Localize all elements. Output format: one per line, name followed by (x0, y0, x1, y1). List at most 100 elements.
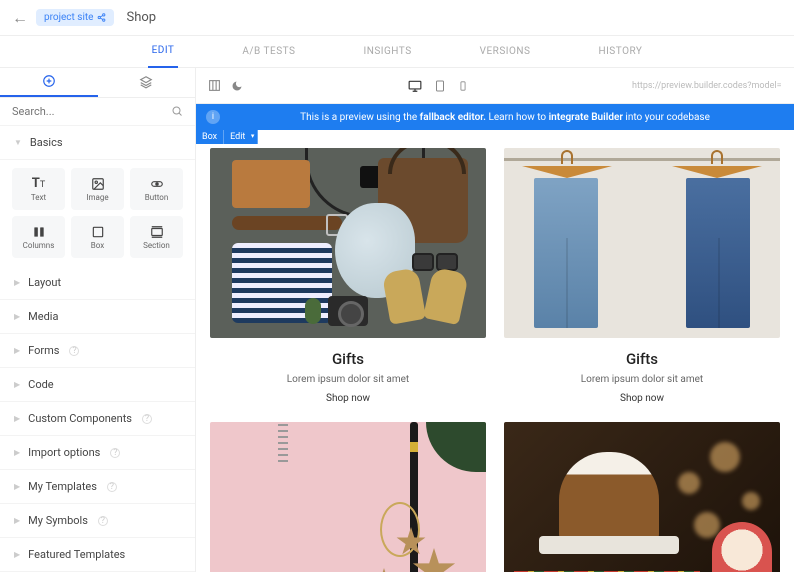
block-image[interactable]: Image (71, 168, 124, 210)
panel-media[interactable]: ▶Media (0, 300, 195, 334)
topbar: ← project site Shop (0, 0, 794, 36)
info-icon: ? (107, 482, 117, 492)
product-image-flatlay[interactable] (210, 148, 486, 338)
chevron-right-icon: ▶ (14, 482, 20, 491)
tab-insights[interactable]: INSIGHTS (359, 36, 415, 68)
side-tab-layers[interactable] (98, 68, 196, 97)
product-cta[interactable]: Shop now (326, 393, 370, 404)
chevron-right-icon: ▶ (14, 516, 20, 525)
product-card: Gifts Lorem ipsum dolor sit amet Shop no… (504, 148, 780, 404)
panel-featured-templates[interactable]: ▶ Featured Templates (0, 538, 195, 572)
block-image-label: Image (86, 193, 108, 202)
back-button[interactable]: ← (12, 8, 28, 28)
panel-custom-components[interactable]: ▶ Custom Components? (0, 402, 195, 436)
panel-my-templates[interactable]: ▶ My Templates? (0, 470, 195, 504)
panel-templates-label: My Templates (28, 480, 97, 493)
box-icon (91, 225, 105, 239)
info-icon: i (206, 110, 220, 124)
button-icon (150, 177, 164, 191)
dark-mode-icon[interactable] (231, 80, 243, 92)
tab-ab-tests[interactable]: A/B TESTS (238, 36, 299, 68)
info-icon: ? (98, 516, 108, 526)
info-icon: ? (69, 346, 79, 356)
banner-text: This is a preview using the (300, 112, 420, 123)
chevron-right-icon: ▶ (14, 278, 20, 287)
side-tab-add[interactable] (0, 68, 98, 97)
image-icon (91, 177, 105, 191)
sel-tag-edit[interactable]: Edit (224, 130, 258, 144)
panel-import-label: Import options (28, 446, 100, 459)
product-cta[interactable]: Shop now (620, 393, 664, 404)
banner-text3: into your codebase (623, 112, 710, 123)
tab-history[interactable]: HISTORY (594, 36, 646, 68)
block-text-label: Text (31, 193, 46, 202)
banner-bold2: integrate Builder (549, 112, 623, 123)
sel-tag-box[interactable]: Box (196, 130, 224, 144)
main-tabs: EDIT A/B TESTS INSIGHTS VERSIONS HISTORY (0, 36, 794, 68)
chevron-right-icon: ▶ (14, 550, 20, 559)
panel-custom-label: Custom Components (28, 412, 132, 425)
panel-code-label: Code (28, 378, 53, 391)
panel-featured-label: Featured Templates (28, 548, 125, 561)
text-icon: TT (32, 176, 45, 191)
panel-media-label: Media (28, 310, 58, 323)
chevron-right-icon: ▶ (14, 380, 20, 389)
image-tile-holiday[interactable] (504, 422, 780, 572)
search-icon (171, 105, 183, 117)
preview-url: https://preview.builder.codes?model=page… (632, 81, 782, 91)
product-desc: Lorem ipsum dolor sit amet (581, 374, 703, 385)
info-icon: ? (142, 414, 152, 424)
product-title: Gifts (626, 350, 658, 368)
panel-import-options[interactable]: ▶ Import options? (0, 436, 195, 470)
device-desktop-icon[interactable] (408, 79, 422, 93)
block-columns[interactable]: Columns (12, 216, 65, 258)
panel-layout-label: Layout (28, 276, 61, 289)
block-box-label: Box (91, 241, 104, 250)
search-row (0, 98, 195, 126)
product-desc: Lorem ipsum dolor sit amet (287, 374, 409, 385)
panel-code[interactable]: ▶ Code (0, 368, 195, 402)
search-input[interactable] (12, 105, 171, 118)
tab-edit[interactable]: EDIT (148, 36, 179, 68)
canvas-toolbar: https://preview.builder.codes?model=page… (196, 68, 794, 104)
chevron-right-icon: ▶ (14, 448, 20, 457)
image-tile-notebook[interactable] (210, 422, 486, 572)
banner-text2: Learn how to (486, 112, 549, 123)
product-image-jeans[interactable] (504, 148, 780, 338)
share-icon (97, 13, 106, 22)
banner-bold1: fallback editor. (420, 112, 486, 123)
panel-basics[interactable]: ▼Basics (0, 126, 195, 160)
project-tag[interactable]: project site (36, 9, 114, 26)
page-content: Gifts Lorem ipsum dolor sit amet Shop no… (196, 130, 794, 572)
block-section-label: Section (143, 241, 170, 250)
sidebar: ▼Basics TT Text Image Button Columns Box … (0, 68, 196, 572)
product-title: Gifts (332, 350, 364, 368)
panel-basics-label: Basics (30, 136, 63, 149)
page-title: Shop (126, 10, 156, 25)
panel-layout[interactable]: ▶ Layout (0, 266, 195, 300)
tab-versions[interactable]: VERSIONS (476, 36, 535, 68)
block-button-label: Button (145, 193, 169, 202)
block-text[interactable]: TT Text (12, 168, 65, 210)
info-icon: ? (110, 448, 120, 458)
chevron-right-icon: ▶ (14, 414, 20, 423)
preview-banner: i This is a preview using the fallback e… (196, 104, 794, 130)
chevron-right-icon: ▶ (14, 346, 20, 355)
block-box[interactable]: Box (71, 216, 124, 258)
device-mobile-icon[interactable] (458, 79, 468, 93)
product-card: Gifts Lorem ipsum dolor sit amet Shop no… (210, 148, 486, 404)
project-tag-label: project site (44, 12, 93, 23)
panel-forms[interactable]: ▶ Forms? (0, 334, 195, 368)
panel-my-symbols[interactable]: ▶My Symbols? (0, 504, 195, 538)
columns-icon (32, 225, 46, 239)
block-section[interactable]: Section (130, 216, 183, 258)
block-button[interactable]: Button (130, 168, 183, 210)
grid-toggle-icon[interactable] (208, 79, 221, 92)
basics-grid: TT Text Image Button Columns Box Section (0, 160, 195, 266)
section-icon (150, 225, 164, 239)
block-columns-label: Columns (23, 241, 55, 250)
panel-forms-label: Forms (28, 344, 59, 357)
canvas-area: https://preview.builder.codes?model=page… (196, 68, 794, 572)
selection-tags: Box Edit (196, 130, 258, 144)
device-tablet-icon[interactable] (434, 79, 446, 93)
